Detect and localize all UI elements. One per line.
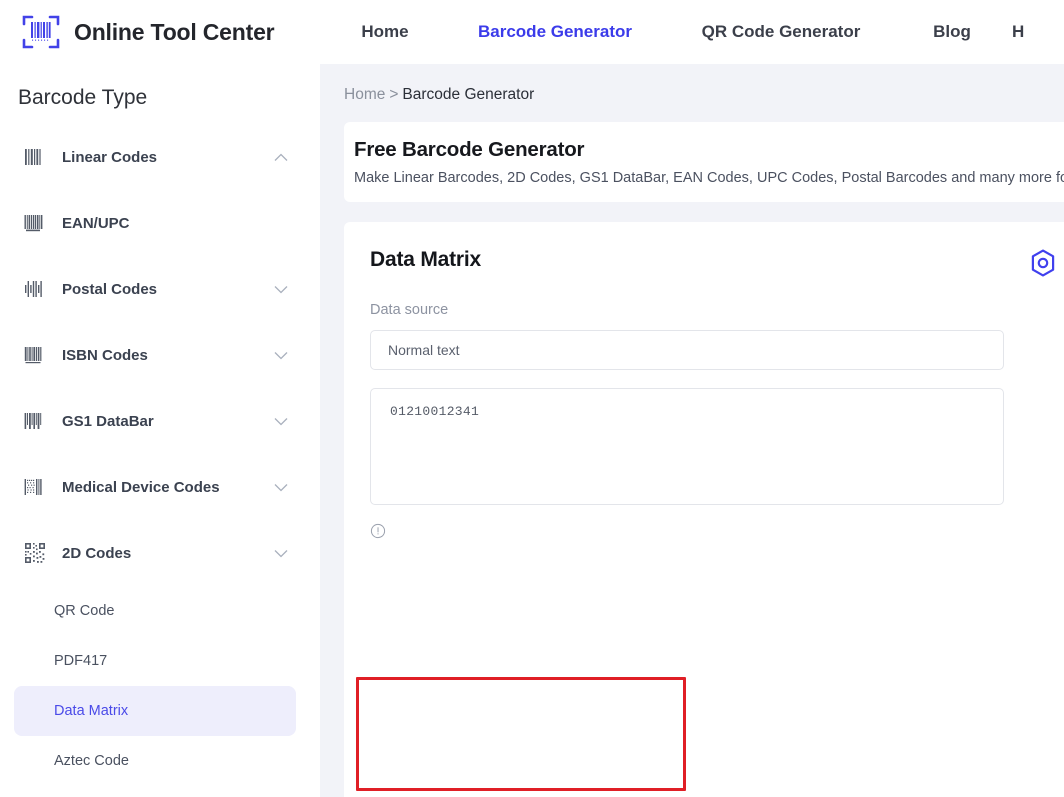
nav-item-blog[interactable]: Blog — [892, 22, 1012, 42]
chevron-down-icon[interactable] — [274, 417, 298, 426]
card-title: Data Matrix — [370, 248, 482, 271]
data-input-textarea[interactable]: 01210012341 — [370, 388, 1004, 505]
chevron-down-icon[interactable] — [274, 483, 298, 492]
sidebar-item-label: GS1 DataBar — [62, 412, 154, 430]
card-header: Data Matrix — [370, 248, 1064, 278]
sidebar-item-label: Medical Device Codes — [62, 478, 220, 496]
generator-card: Data Matrix Data source Normal text 0121… — [344, 222, 1064, 797]
sidebar-subitem-aztec-code[interactable]: Aztec Code — [14, 736, 296, 786]
sidebar-item-label: 2D Codes — [62, 544, 132, 562]
postal-barcode-icon — [22, 277, 48, 301]
data-input-value: 01210012341 — [390, 404, 480, 419]
sidebar-subitem-list: QR Code PDF417 Data Matrix Aztec Code — [0, 586, 320, 786]
medical-barcode-icon — [22, 475, 48, 499]
nav-item-barcode-generator[interactable]: Barcode Generator — [440, 22, 670, 42]
breadcrumb-separator: > — [389, 86, 399, 103]
nav-item-qr-code-generator[interactable]: QR Code Generator — [670, 22, 892, 42]
hero-banner: Free Barcode Generator Make Linear Barco… — [344, 122, 1064, 202]
barcode-scan-icon — [20, 11, 62, 53]
sidebar-subitem-data-matrix[interactable]: Data Matrix — [14, 686, 296, 736]
page-title: Free Barcode Generator — [354, 138, 585, 161]
sidebar: Barcode Type Linear Codes EAN/UPC Postal… — [0, 64, 320, 797]
breadcrumb: Home > Barcode Generator — [344, 86, 1064, 104]
sidebar-item-ean-upc[interactable]: EAN/UPC — [0, 190, 320, 256]
main-content: Home > Barcode Generator Free Barcode Gene… — [320, 64, 1064, 797]
chevron-down-icon[interactable] — [274, 285, 298, 294]
exclamation-circle-icon[interactable] — [370, 523, 1064, 539]
top-navigation-bar: Online Tool Center Home Barcode Generato… — [0, 0, 1064, 64]
data-source-label: Data source — [370, 302, 449, 318]
data-source-select[interactable]: Normal text — [370, 330, 1004, 370]
isbn-barcode-icon — [22, 343, 48, 367]
breadcrumb-home[interactable]: Home — [344, 86, 385, 103]
breadcrumb-current: Barcode Generator — [402, 86, 535, 103]
nav-item-home[interactable]: Home — [330, 22, 440, 42]
sidebar-subitem-qr-code[interactable]: QR Code — [14, 586, 296, 636]
sidebar-item-postal-codes[interactable]: Postal Codes — [0, 256, 320, 322]
page-description: Make Linear Barcodes, 2D Codes, GS1 Data… — [354, 170, 1064, 186]
sidebar-item-label: Postal Codes — [62, 280, 158, 298]
hexagon-settings-icon[interactable] — [1028, 248, 1058, 278]
gs1-barcode-icon — [22, 409, 48, 433]
sidebar-item-label: EAN/UPC — [62, 214, 130, 232]
nav-links: Home Barcode Generator QR Code Generator… — [330, 22, 1042, 42]
sidebar-category-list: Linear Codes EAN/UPC Postal Codes ISBN C… — [0, 124, 320, 786]
sidebar-item-label: ISBN Codes — [62, 346, 148, 364]
qr-matrix-icon — [22, 541, 48, 565]
sidebar-item-isbn-codes[interactable]: ISBN Codes — [0, 322, 320, 388]
sidebar-item-2d-codes[interactable]: 2D Codes — [0, 520, 320, 586]
sidebar-item-medical-device-codes[interactable]: Medical Device Codes — [0, 454, 320, 520]
chevron-up-icon[interactable] — [274, 153, 298, 162]
nav-item-truncated[interactable]: H — [1012, 22, 1042, 42]
linear-barcode-icon — [22, 145, 48, 169]
data-source-value: Normal text — [388, 342, 460, 358]
sidebar-subitem-pdf417[interactable]: PDF417 — [14, 636, 296, 686]
ean-barcode-icon — [22, 211, 48, 235]
chevron-down-icon[interactable] — [274, 549, 298, 558]
sidebar-item-linear-codes[interactable]: Linear Codes — [0, 124, 320, 190]
app-root: Online Tool Center Home Barcode Generato… — [0, 0, 1064, 797]
brand-logo[interactable]: Online Tool Center — [20, 11, 300, 53]
sidebar-item-label: Linear Codes — [62, 148, 158, 166]
sidebar-item-gs1-databar[interactable]: GS1 DataBar — [0, 388, 320, 454]
warning-row — [370, 523, 1064, 539]
brand-name: Online Tool Center — [74, 18, 275, 45]
sidebar-title: Barcode Type — [18, 86, 148, 109]
chevron-down-icon[interactable] — [274, 351, 298, 360]
